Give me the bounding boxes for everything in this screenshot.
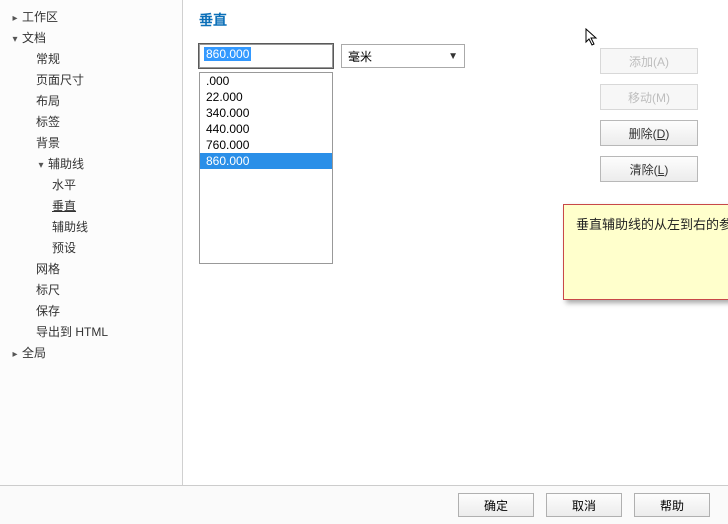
list-item[interactable]: 860.000	[200, 153, 332, 169]
cancel-button[interactable]: 取消	[546, 493, 622, 517]
help-button[interactable]: 帮助	[634, 493, 710, 517]
sidebar-item-7[interactable]: ▾辅助线	[4, 153, 178, 174]
sidebar-item-4[interactable]: 布局	[4, 90, 178, 111]
list-item[interactable]: 340.000	[200, 105, 332, 121]
annotation-note: 垂直辅助线的从左到右的参数如图。	[563, 204, 728, 300]
sidebar-item-label: 背景	[36, 136, 60, 150]
sidebar-item-2[interactable]: 常规	[4, 48, 178, 69]
sidebar-item-13[interactable]: 标尺	[4, 279, 178, 300]
add-button: 添加(A)	[600, 48, 698, 74]
sidebar-item-0[interactable]: ▸工作区	[4, 6, 178, 27]
sidebar-item-3[interactable]: 页面尺寸	[4, 69, 178, 90]
page-title: 垂直	[199, 10, 712, 30]
sidebar-item-label: 辅助线	[52, 220, 88, 234]
sidebar-item-label: 文档	[22, 31, 46, 45]
sidebar-item-15[interactable]: 导出到 HTML	[4, 321, 178, 342]
tree-arrow-icon: ▾	[36, 160, 46, 171]
move-button: 移动(M)	[600, 84, 698, 110]
sidebar-item-5[interactable]: 标签	[4, 111, 178, 132]
unit-select-value: 毫米	[348, 48, 372, 65]
sidebar: ▸工作区▾文档常规页面尺寸布局标签背景▾辅助线水平垂直辅助线预设网格标尺保存导出…	[0, 0, 183, 485]
sidebar-item-14[interactable]: 保存	[4, 300, 178, 321]
tree-arrow-icon: ▾	[10, 34, 20, 45]
sidebar-item-label: 保存	[36, 304, 60, 318]
sidebar-item-label: 全局	[22, 346, 46, 360]
sidebar-item-label: 辅助线	[48, 157, 84, 171]
sidebar-item-9[interactable]: 垂直	[4, 195, 178, 216]
sidebar-item-1[interactable]: ▾文档	[4, 27, 178, 48]
sidebar-item-label: 常规	[36, 52, 60, 66]
sidebar-item-10[interactable]: 辅助线	[4, 216, 178, 237]
sidebar-item-label: 水平	[52, 178, 76, 192]
clear-button[interactable]: 清除(L)	[600, 156, 698, 182]
sidebar-item-label: 导出到 HTML	[36, 325, 108, 339]
tree-arrow-icon: ▸	[10, 349, 20, 360]
sidebar-item-label: 工作区	[22, 10, 58, 24]
sidebar-item-label: 标尺	[36, 283, 60, 297]
chevron-down-icon: ▼	[448, 51, 458, 62]
values-listbox[interactable]: .00022.000340.000440.000760.000860.000	[199, 72, 333, 264]
list-item[interactable]: 22.000	[200, 89, 332, 105]
sidebar-item-label: 布局	[36, 94, 60, 108]
sidebar-item-6[interactable]: 背景	[4, 132, 178, 153]
sidebar-item-11[interactable]: 预设	[4, 237, 178, 258]
content-panel: 垂直 860.000 毫米 ▼ .00022.000340.000440.000…	[183, 0, 728, 485]
sidebar-item-label: 垂直	[52, 199, 76, 213]
sidebar-item-16[interactable]: ▸全局	[4, 342, 178, 363]
list-item[interactable]: .000	[200, 73, 332, 89]
footer: 确定 取消 帮助	[0, 486, 728, 524]
value-input[interactable]: 860.000	[199, 44, 333, 68]
sidebar-item-12[interactable]: 网格	[4, 258, 178, 279]
unit-select[interactable]: 毫米 ▼	[341, 44, 465, 68]
delete-button[interactable]: 删除(D)	[600, 120, 698, 146]
sidebar-item-label: 标签	[36, 115, 60, 129]
ok-button[interactable]: 确定	[458, 493, 534, 517]
sidebar-item-label: 预设	[52, 241, 76, 255]
sidebar-item-8[interactable]: 水平	[4, 174, 178, 195]
sidebar-item-label: 网格	[36, 262, 60, 276]
tree-arrow-icon: ▸	[10, 13, 20, 24]
list-item[interactable]: 440.000	[200, 121, 332, 137]
sidebar-item-label: 页面尺寸	[36, 73, 84, 87]
list-item[interactable]: 760.000	[200, 137, 332, 153]
